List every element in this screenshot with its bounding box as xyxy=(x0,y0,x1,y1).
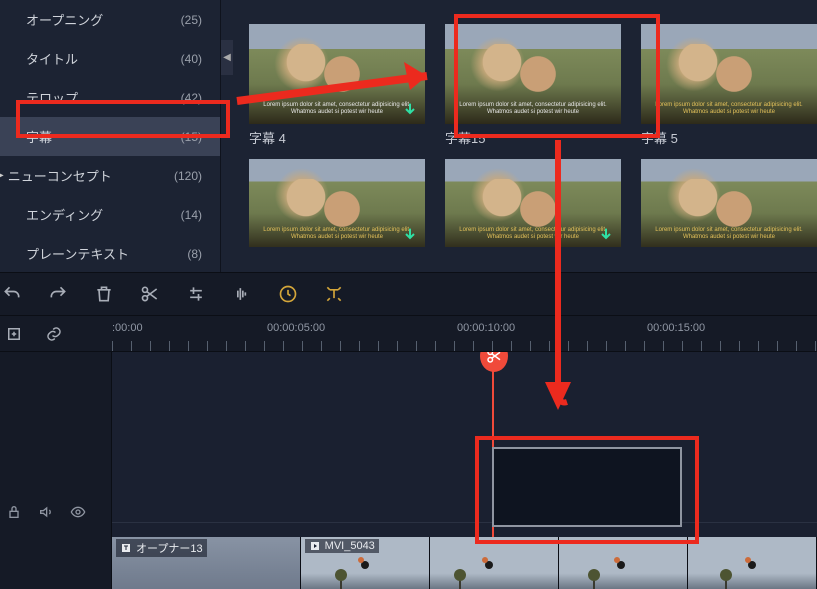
sidebar-item-count: (120) xyxy=(174,169,202,183)
sidebar-item-label: 字幕 xyxy=(26,127,52,146)
redo-button[interactable] xyxy=(46,282,70,306)
timeline-clip-title[interactable]: オープナー13 xyxy=(112,537,301,589)
sidebar-item-label: エンディング xyxy=(26,205,103,224)
track-gutter xyxy=(0,352,112,589)
time-label: 00:00:15:00 xyxy=(647,322,705,334)
download-icon[interactable] xyxy=(597,225,615,243)
template-thumb[interactable]: Lorem ipsum dolor sit amet, consectetur … xyxy=(641,159,817,247)
speed-button[interactable] xyxy=(276,282,300,306)
timeline-toolbar xyxy=(0,272,817,316)
clip-label: オープナー13 xyxy=(136,540,203,556)
caret-right-icon: ▶ xyxy=(0,170,4,181)
link-button[interactable] xyxy=(44,324,64,344)
text-effect-button[interactable] xyxy=(322,282,346,306)
playhead-split-button[interactable] xyxy=(480,352,508,372)
timeline-clip-frame[interactable] xyxy=(559,537,688,589)
thumb-caption: 字幕15 xyxy=(445,128,621,147)
download-icon[interactable] xyxy=(401,100,419,118)
sidebar-item-count: (42) xyxy=(181,91,202,105)
sidebar-item-ending[interactable]: エンディング (14) xyxy=(0,195,220,234)
sidebar-item-label: タイトル xyxy=(26,49,78,68)
sidebar-item-subtitle[interactable]: 字幕 (15) xyxy=(0,117,220,156)
time-label: :00:00 xyxy=(112,322,143,334)
timeline-clip-frame[interactable] xyxy=(430,537,559,589)
sidebar-item-label: ニューコンセプト xyxy=(8,166,174,185)
template-thumb[interactable]: Lorem ipsum dolor sit amet, consectetur … xyxy=(445,159,621,247)
category-sidebar: オープニング (25) タイトル (40) テロップ (42) 字幕 (15) … xyxy=(0,0,221,272)
sidebar-item-label: プレーンテキスト xyxy=(26,244,129,263)
split-button[interactable] xyxy=(138,282,162,306)
clip-label: MVI_5043 xyxy=(325,540,375,552)
sidebar-item-title[interactable]: タイトル (40) xyxy=(0,39,220,78)
template-thumb[interactable]: Lorem ipsum dolor sit amet, consectetur … xyxy=(249,159,425,247)
video-track[interactable]: オープナー13 MVI_5043 xyxy=(112,537,817,589)
download-icon[interactable] xyxy=(401,225,419,243)
template-thumb-sub4[interactable]: Lorem ipsum dolor sit amet, consectetur … xyxy=(249,24,425,124)
sidebar-item-count: (14) xyxy=(181,208,202,222)
sidebar-item-telop[interactable]: テロップ (42) xyxy=(0,78,220,117)
mute-track-icon[interactable] xyxy=(38,504,54,525)
marker-add-button[interactable] xyxy=(4,324,24,344)
sidebar-item-plaintext[interactable]: プレーンテキスト (8) xyxy=(0,234,220,273)
timeline-ruler: :00:00 00:00:05:00 00:00:10:00 00:00:15:… xyxy=(0,316,817,352)
delete-button[interactable] xyxy=(92,282,116,306)
sidebar-item-label: オープニング xyxy=(26,10,103,29)
lock-track-icon[interactable] xyxy=(6,504,22,525)
template-thumb-sub15[interactable]: Lorem ipsum dolor sit amet, consectetur … xyxy=(445,24,621,124)
template-gallery: ◀ Lorem ipsum dolor sit amet, consectetu… xyxy=(221,0,817,272)
sidebar-item-opening[interactable]: オープニング (25) xyxy=(0,0,220,39)
timeline-body: オープナー13 MVI_5043 xyxy=(0,352,817,589)
undo-button[interactable] xyxy=(0,282,24,306)
sidebar-item-newconcept[interactable]: ▶ ニューコンセプト (120) xyxy=(0,156,220,195)
visibility-track-icon[interactable] xyxy=(70,504,86,525)
sidebar-item-count: (15) xyxy=(181,130,202,144)
time-label: 00:00:10:00 xyxy=(457,322,515,334)
thumb-caption: 字幕 4 xyxy=(249,128,425,147)
thumb-caption: 字幕 5 xyxy=(641,128,817,147)
sidebar-item-count: (25) xyxy=(181,13,202,27)
adjust-button[interactable] xyxy=(184,282,208,306)
timeline-clip-video[interactable]: MVI_5043 xyxy=(301,537,430,589)
sidebar-item-count: (40) xyxy=(181,52,202,66)
template-thumb-sub5[interactable]: Lorem ipsum dolor sit amet, consectetur … xyxy=(641,24,817,124)
timeline-clip-frame[interactable] xyxy=(688,537,817,589)
timeline-tracks[interactable]: オープナー13 MVI_5043 xyxy=(112,352,817,589)
collapse-sidebar-button[interactable]: ◀ xyxy=(221,40,233,75)
audio-waveform-button[interactable] xyxy=(230,282,254,306)
sidebar-item-label: テロップ xyxy=(26,88,78,107)
sidebar-item-count: (8) xyxy=(187,247,202,261)
empty-clip-slot[interactable] xyxy=(492,447,682,527)
time-label: 00:00:05:00 xyxy=(267,322,325,334)
